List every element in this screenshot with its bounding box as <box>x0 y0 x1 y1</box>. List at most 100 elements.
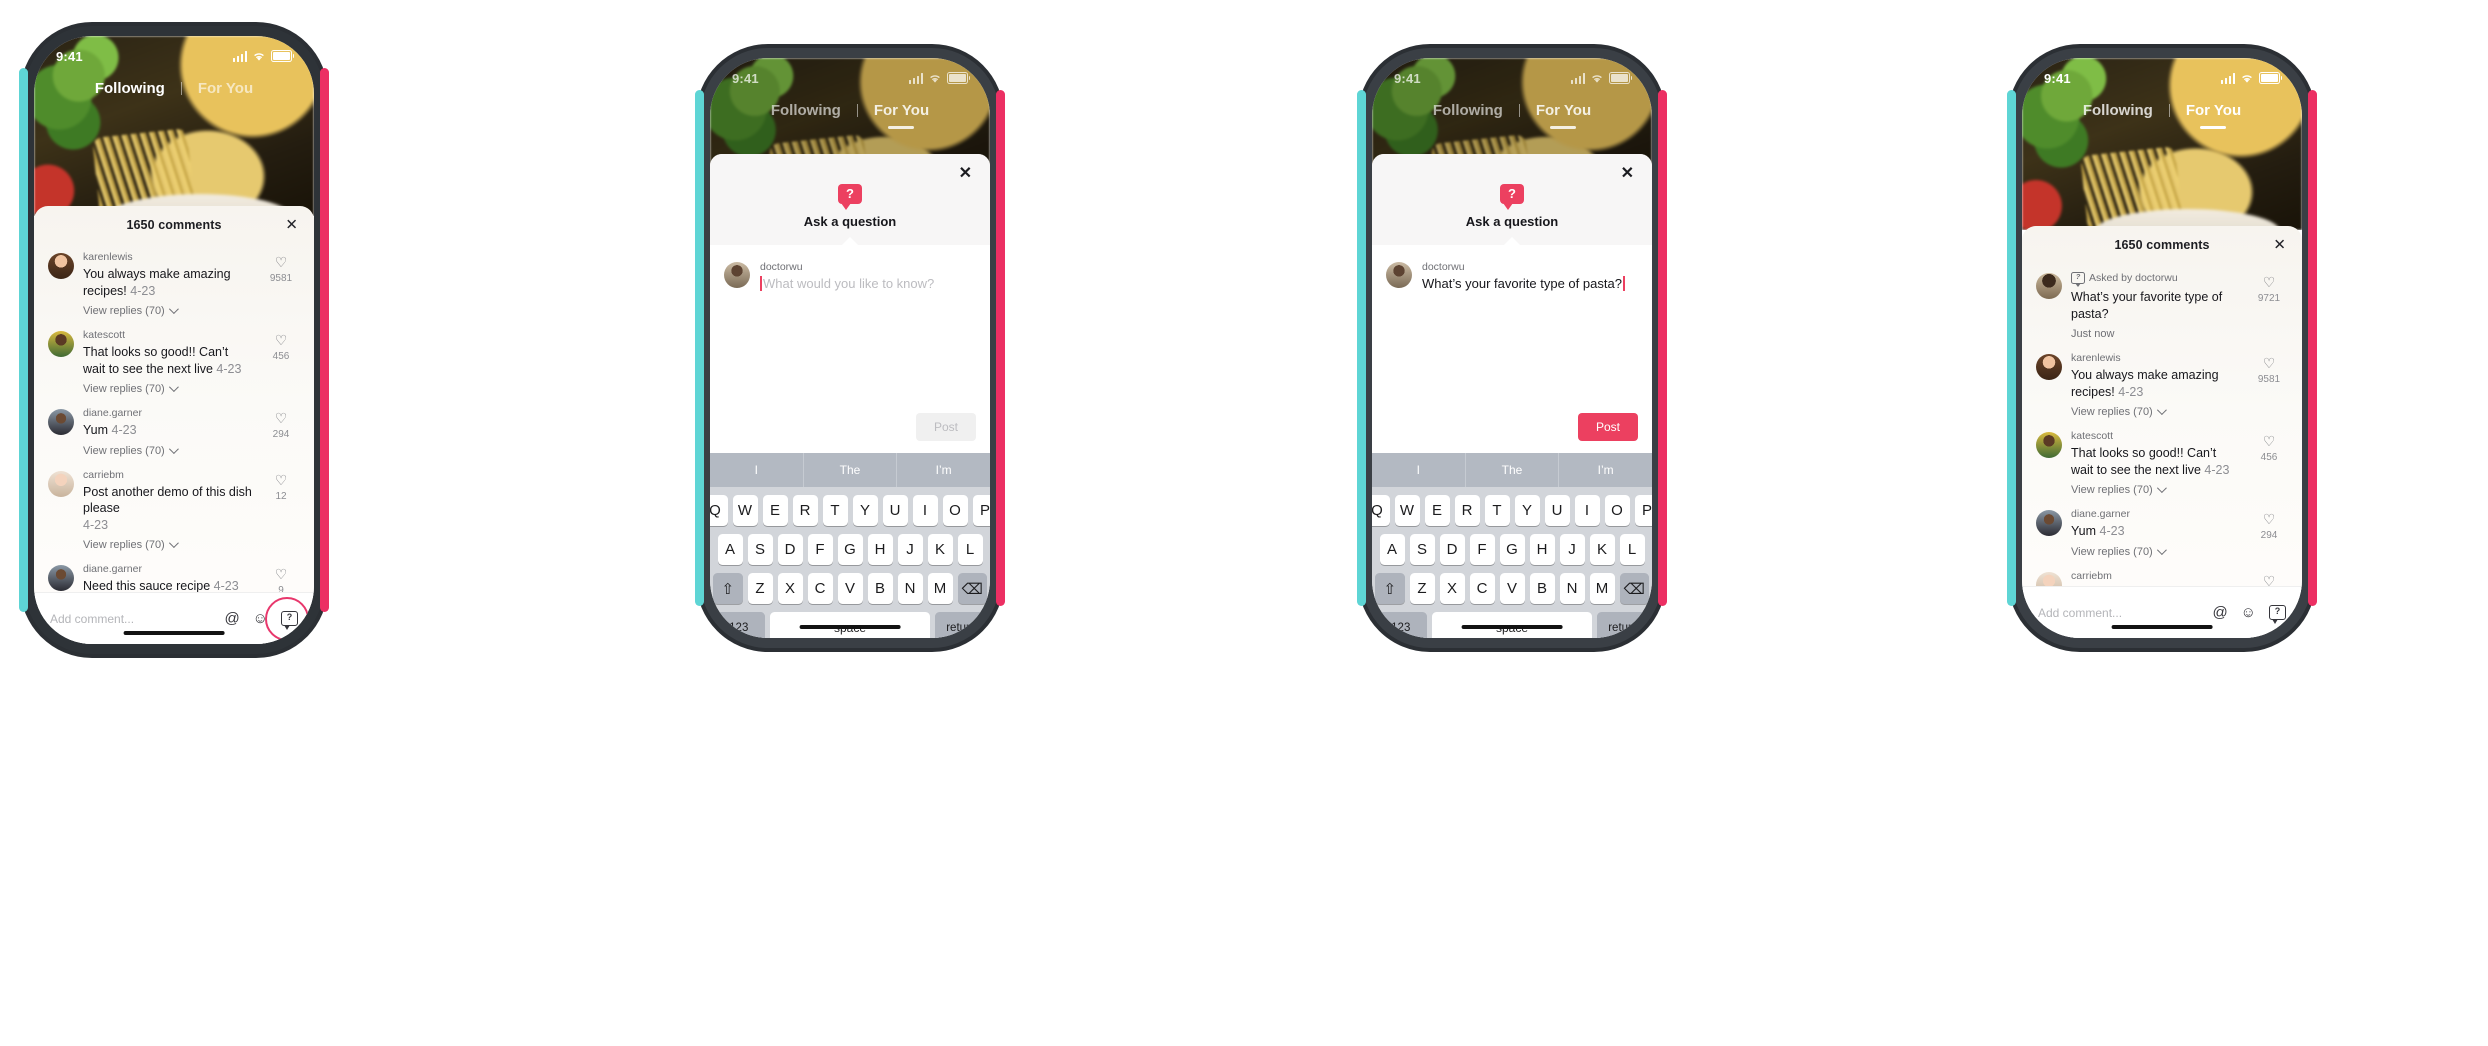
comment-row[interactable]: katescott That looks so good!! Can’t wai… <box>48 322 300 400</box>
question-input[interactable]: What would you like to know? <box>760 276 976 291</box>
comment-row[interactable]: katescott That looks so good!! Can’t wai… <box>2036 423 2288 501</box>
key-t[interactable]: T <box>1484 495 1510 526</box>
add-comment-input[interactable]: Add comment... <box>50 612 214 626</box>
view-replies[interactable]: View replies (70) <box>83 538 253 551</box>
key-f[interactable]: F <box>1469 534 1495 565</box>
key-k[interactable]: K <box>927 534 953 565</box>
emoji-icon[interactable]: ☺ <box>2241 605 2256 620</box>
comment-row[interactable]: karenlewis You always make amazing recip… <box>48 244 300 322</box>
view-replies[interactable]: View replies (70) <box>83 382 253 395</box>
comment-row[interactable]: diane.garner Yum 4-23 View replies (70) … <box>2036 501 2288 563</box>
like-column[interactable]: ♡ 456 <box>262 329 300 395</box>
comment-row[interactable]: carriebm Post another demo of this dish … <box>48 462 300 557</box>
heart-icon[interactable]: ♡ <box>2250 574 2288 587</box>
post-button[interactable]: Post <box>915 413 976 441</box>
backspace-key[interactable]: ⌫ <box>1619 573 1649 604</box>
view-replies[interactable]: View replies (70) <box>83 443 253 457</box>
heart-icon[interactable]: ♡ <box>2250 434 2288 448</box>
view-replies[interactable]: View replies (70) <box>2071 483 2241 496</box>
close-icon[interactable]: ✕ <box>1621 166 1634 182</box>
numbers-key[interactable]: 123 <box>713 612 765 638</box>
key-v[interactable]: V <box>1499 573 1525 604</box>
key-a[interactable]: A <box>717 534 743 565</box>
comment-row[interactable]: diane.garner Need this sauce recipe 4-23… <box>48 556 300 592</box>
key-b[interactable]: B <box>1529 573 1555 604</box>
key-o[interactable]: O <box>1604 495 1630 526</box>
key-t[interactable]: T <box>822 495 848 526</box>
like-column[interactable]: ♡ 9581 <box>262 251 300 317</box>
key-n[interactable]: N <box>1559 573 1585 604</box>
tab-for-you[interactable]: For You <box>2170 102 2257 129</box>
heart-icon[interactable]: ♡ <box>262 411 300 425</box>
key-b[interactable]: B <box>867 573 893 604</box>
backspace-key[interactable]: ⌫ <box>957 573 987 604</box>
key-n[interactable]: N <box>897 573 923 604</box>
key-x[interactable]: X <box>777 573 803 604</box>
key-l[interactable]: L <box>1619 534 1645 565</box>
like-column[interactable]: ♡ 9 <box>262 563 300 592</box>
comment-username[interactable]: diane.garner <box>2071 508 2241 520</box>
key-l[interactable]: L <box>957 534 983 565</box>
comments-list[interactable]: karenlewis You always make amazing recip… <box>34 244 314 592</box>
close-icon[interactable]: ✕ <box>959 166 972 182</box>
shift-key[interactable]: ⇧ <box>1375 573 1405 604</box>
comment-username[interactable]: diane.garner <box>83 407 253 419</box>
heart-icon[interactable]: ♡ <box>262 473 300 487</box>
close-icon[interactable]: ✕ <box>2273 238 2286 253</box>
key-w[interactable]: W <box>1394 495 1420 526</box>
key-e[interactable]: E <box>762 495 788 526</box>
tab-for-you[interactable]: For You <box>182 80 269 97</box>
key-i[interactable]: I <box>912 495 938 526</box>
return-key[interactable]: return <box>1597 612 1649 638</box>
key-a[interactable]: A <box>1379 534 1405 565</box>
key-c[interactable]: C <box>807 573 833 604</box>
tab-following[interactable]: Following <box>755 102 857 119</box>
view-replies[interactable]: View replies (70) <box>83 304 253 317</box>
tab-following[interactable]: Following <box>1417 102 1519 119</box>
key-r[interactable]: R <box>1454 495 1480 526</box>
heart-icon[interactable]: ♡ <box>2250 512 2288 526</box>
key-v[interactable]: V <box>837 573 863 604</box>
mention-icon[interactable]: @ <box>2212 605 2227 620</box>
like-column[interactable]: ♡ 9721 <box>2250 271 2288 340</box>
comment-username[interactable]: karenlewis <box>83 251 253 263</box>
tab-for-you[interactable]: For You <box>1520 102 1607 129</box>
comment-username[interactable]: diane.garner <box>83 563 253 575</box>
prediction-2[interactable]: The <box>1464 453 1559 487</box>
heart-icon[interactable]: ♡ <box>262 567 300 581</box>
key-o[interactable]: O <box>942 495 968 526</box>
key-s[interactable]: S <box>1409 534 1435 565</box>
key-r[interactable]: R <box>792 495 818 526</box>
key-h[interactable]: H <box>1529 534 1555 565</box>
question-input[interactable]: What’s your favorite type of pasta? <box>1422 276 1638 291</box>
post-button[interactable]: Post <box>1577 413 1638 441</box>
comment-row[interactable]: diane.garner Yum 4-23 View replies (70) … <box>48 400 300 462</box>
key-g[interactable]: G <box>837 534 863 565</box>
shift-key[interactable]: ⇧ <box>713 573 743 604</box>
comment-username[interactable]: carriebm <box>2071 570 2241 582</box>
key-g[interactable]: G <box>1499 534 1525 565</box>
key-u[interactable]: U <box>1544 495 1570 526</box>
heart-icon[interactable]: ♡ <box>2250 356 2288 370</box>
numbers-key[interactable]: 123 <box>1375 612 1427 638</box>
key-e[interactable]: E <box>1424 495 1450 526</box>
key-m[interactable]: M <box>927 573 953 604</box>
like-column[interactable]: ♡ 294 <box>262 407 300 457</box>
prediction-3[interactable]: I’m <box>1558 453 1652 487</box>
tab-following[interactable]: Following <box>79 80 181 97</box>
mention-icon[interactable]: @ <box>224 611 239 626</box>
prediction-2[interactable]: The <box>802 453 897 487</box>
like-column[interactable]: ♡ 294 <box>2250 508 2288 558</box>
comment-username[interactable]: carriebm <box>83 469 253 481</box>
heart-icon[interactable]: ♡ <box>262 333 300 347</box>
like-column[interactable]: ♡ 456 <box>2250 430 2288 496</box>
key-d[interactable]: D <box>777 534 803 565</box>
comment-username[interactable]: karenlewis <box>2071 352 2241 364</box>
comments-list[interactable]: Asked by doctorwu What’s your favorite t… <box>2022 264 2302 586</box>
key-f[interactable]: F <box>807 534 833 565</box>
key-m[interactable]: M <box>1589 573 1615 604</box>
key-d[interactable]: D <box>1439 534 1465 565</box>
key-w[interactable]: W <box>732 495 758 526</box>
question-box-icon[interactable] <box>2269 604 2286 624</box>
like-column[interactable]: ♡ 12 <box>2250 570 2288 587</box>
